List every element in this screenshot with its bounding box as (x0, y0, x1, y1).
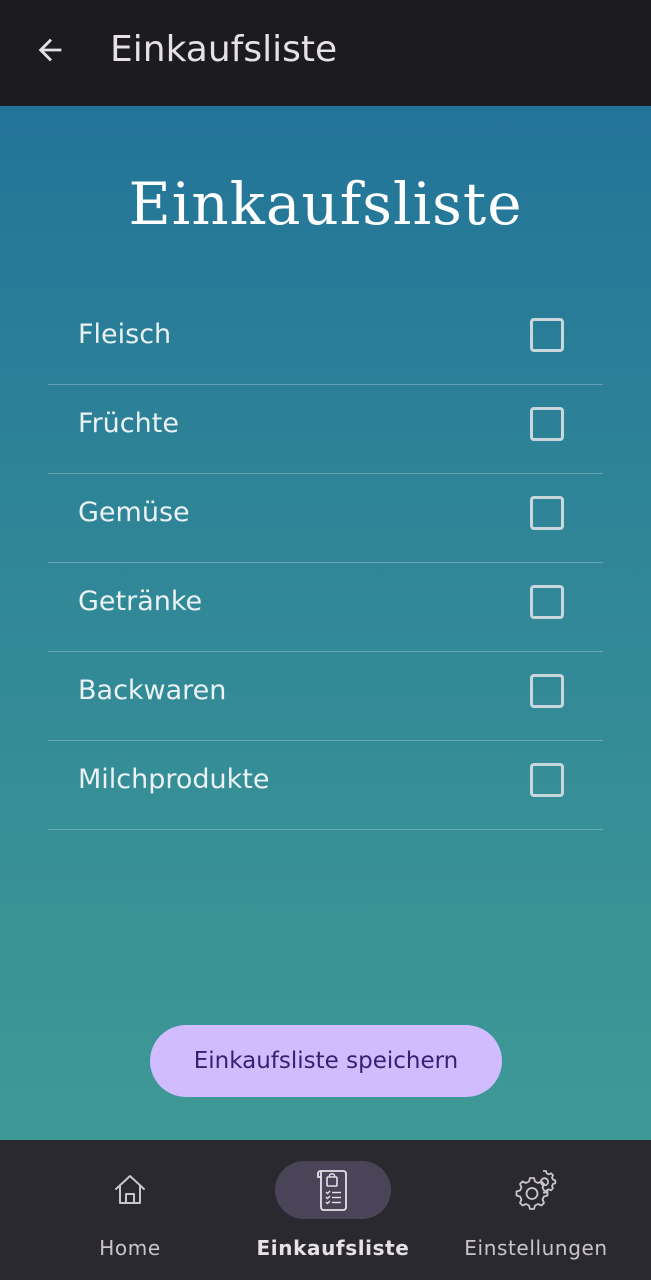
back-button[interactable] (26, 26, 74, 74)
checkbox[interactable] (530, 674, 564, 708)
list-item-getraenke[interactable]: Getränke (48, 563, 603, 652)
list-item-label: Backwaren (78, 675, 227, 706)
nav-item-einstellungen[interactable]: Einstellungen (436, 1140, 636, 1280)
bottom-navigation-bar: Home Einkaufsliste Einstellungen (0, 1140, 651, 1280)
checkbox[interactable] (530, 496, 564, 530)
list-item-label: Getränke (78, 586, 203, 617)
checkbox[interactable] (530, 318, 564, 352)
nav-item-einkaufsliste[interactable]: Einkaufsliste (233, 1140, 433, 1280)
checkbox[interactable] (530, 407, 564, 441)
checkbox[interactable] (530, 585, 564, 619)
main-content: Einkaufsliste Fleisch Früchte Gemüse Get… (0, 106, 651, 1140)
nav-icon-container (72, 1161, 188, 1219)
list-item-backwaren[interactable]: Backwaren (48, 652, 603, 741)
list-item-milchprodukte[interactable]: Milchprodukte (48, 741, 603, 830)
list-item-fleisch[interactable]: Fleisch (48, 296, 603, 385)
list-item-label: Fleisch (78, 319, 172, 350)
list-item-label: Früchte (78, 408, 179, 439)
list-item-label: Gemüse (78, 497, 190, 528)
page-title: Einkaufsliste (128, 170, 523, 238)
shopping-list-icon (317, 1170, 347, 1211)
checkbox[interactable] (530, 763, 564, 797)
list-item-gemuese[interactable]: Gemüse (48, 474, 603, 563)
nav-label: Home (99, 1236, 161, 1260)
nav-item-home[interactable]: Home (30, 1140, 230, 1280)
nav-label: Einstellungen (464, 1236, 608, 1260)
top-app-bar: Einkaufsliste (0, 0, 651, 106)
nav-icon-container (478, 1161, 594, 1219)
nav-icon-container (275, 1161, 391, 1219)
gear-icon (515, 1170, 557, 1210)
list-item-label: Milchprodukte (78, 764, 270, 795)
shopping-category-list: Fleisch Früchte Gemüse Getränke Backware… (48, 296, 603, 830)
save-list-button[interactable]: Einkaufsliste speichern (150, 1025, 502, 1097)
list-item-fruechte[interactable]: Früchte (48, 385, 603, 474)
arrow-left-icon (38, 38, 62, 62)
app-bar-title: Einkaufsliste (110, 29, 338, 70)
nav-label: Einkaufsliste (256, 1236, 410, 1260)
home-icon (115, 1175, 145, 1204)
